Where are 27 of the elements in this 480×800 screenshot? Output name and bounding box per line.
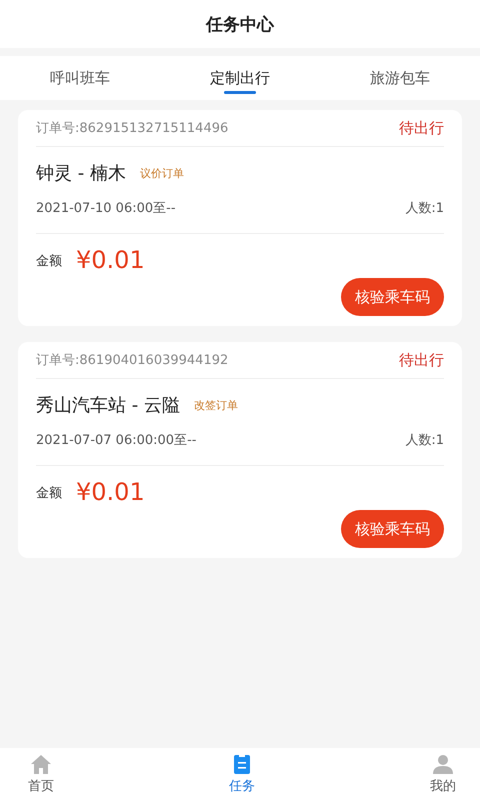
tab[interactable]: 定制出行 (160, 56, 320, 100)
order-tag: 议价订单 (140, 166, 184, 180)
route-text: 秀山汽车站 - 云隘 (36, 394, 180, 417)
nav-item[interactable]: 首页 (28, 748, 54, 800)
order-tag: 改签订单 (194, 398, 238, 412)
tab[interactable]: 旅游包车 (320, 56, 480, 100)
amount-label: 金额 (36, 485, 62, 503)
user-icon (431, 753, 455, 775)
route-text: 钟灵 - 楠木 (36, 162, 126, 185)
amount-label: 金额 (36, 253, 62, 271)
nav-item[interactable]: 我的 (430, 748, 456, 800)
tab[interactable]: 呼叫班车 (0, 56, 160, 100)
order-number: 订单号:861904016039944192 (36, 352, 228, 369)
amount-value: ¥0.01 (76, 246, 145, 274)
order-status: 待出行 (399, 350, 444, 370)
verify-code-button[interactable]: 核验乘车码 (341, 278, 444, 316)
departure-time: 2021-07-10 06:00至-- (36, 200, 176, 217)
order-status: 待出行 (399, 118, 444, 138)
amount-value: ¥0.01 (76, 478, 145, 506)
passenger-count: 人数:1 (405, 432, 444, 449)
verify-code-button[interactable]: 核验乘车码 (341, 510, 444, 548)
nav-item[interactable]: 任务 (229, 748, 255, 800)
departure-time: 2021-07-07 06:00:00至-- (36, 432, 196, 449)
home-icon (29, 753, 53, 775)
order-number: 订单号:862915132715114496 (36, 120, 228, 137)
page-title: 任务中心 (206, 14, 274, 36)
passenger-count: 人数:1 (405, 200, 444, 217)
